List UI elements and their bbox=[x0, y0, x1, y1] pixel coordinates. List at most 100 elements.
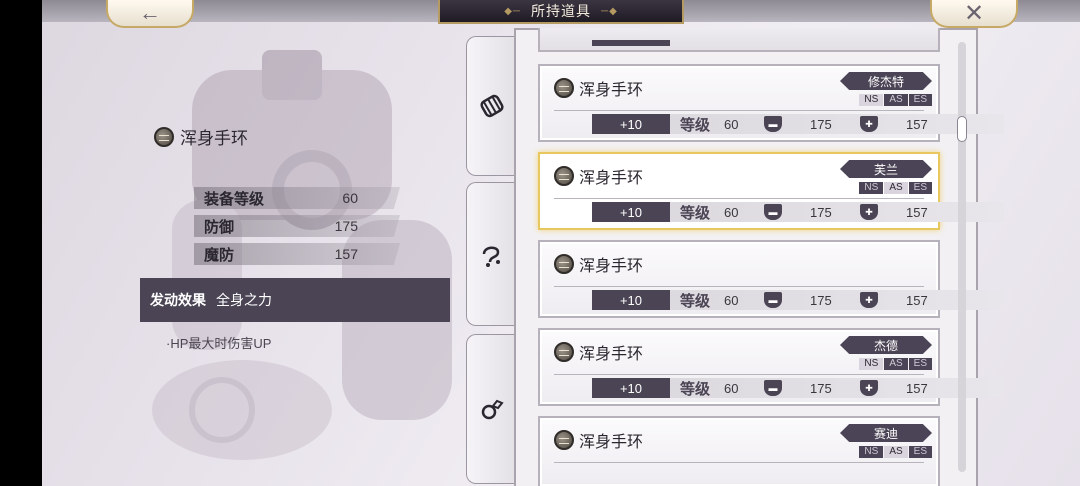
effect-bar: 发动效果 全身之力 bbox=[140, 278, 450, 322]
tab-ring[interactable] bbox=[466, 334, 516, 484]
stat-row-magic-defense: 魔防 157 bbox=[194, 243, 400, 265]
item-name-text: 浑身手环 bbox=[579, 170, 644, 187]
detail-item-name: 浑身手环 bbox=[154, 124, 248, 149]
item-stats: +10 等级 60 ▬ 175 ✚ 157 bbox=[592, 202, 1004, 222]
mode-es: ES bbox=[908, 446, 932, 458]
magic-defense-value: 157 bbox=[906, 204, 928, 220]
item-name-text: 浑身手环 bbox=[579, 258, 644, 275]
list-scrollbar[interactable] bbox=[958, 42, 966, 472]
item-name: 浑身手环 bbox=[554, 76, 643, 100]
ornament-icon: ─◆ bbox=[601, 5, 618, 17]
list-item-selected[interactable]: 浑身手环 芙兰 NS AS ES +10 等级 60 ▬ 175 ✚ 157 bbox=[538, 152, 1004, 230]
level-label: 等级 bbox=[680, 204, 711, 222]
mode-ns: NS bbox=[859, 182, 884, 194]
level-box: 等级 60 ▬ 175 ✚ 157 bbox=[670, 202, 1004, 222]
mode-badges: NS AS ES bbox=[859, 358, 932, 370]
close-button[interactable]: ✕ bbox=[930, 0, 1018, 28]
page-title-text: 所持道具 bbox=[531, 3, 591, 19]
list-item[interactable]: 浑身手环 赛迪 NS AS ES bbox=[538, 416, 940, 486]
level-value: 60 bbox=[724, 204, 739, 220]
item-name: 浑身手环 bbox=[554, 164, 643, 188]
effect-name: 全身之力 bbox=[216, 292, 272, 308]
level-value: 60 bbox=[724, 116, 739, 132]
bracelet-icon bbox=[554, 254, 574, 274]
item-name-text: 浑身手环 bbox=[579, 82, 644, 99]
effect-description: ·HP最大时伤害UP bbox=[166, 336, 272, 351]
mode-es: ES bbox=[908, 94, 932, 106]
mode-badges: NS AS ES bbox=[859, 446, 932, 458]
mode-as: AS bbox=[884, 94, 908, 106]
mode-ns: NS bbox=[859, 446, 884, 458]
magic-defense-icon: ✚ bbox=[860, 292, 878, 308]
item-name-text: 浑身手环 bbox=[579, 346, 644, 363]
owner-tag: 杰德 bbox=[840, 336, 932, 354]
bracelet-icon bbox=[479, 94, 504, 118]
bracelet-icon bbox=[554, 166, 574, 186]
refine-level: +10 bbox=[592, 114, 670, 134]
level-label: 等级 bbox=[680, 380, 711, 398]
mode-ns: NS bbox=[859, 94, 884, 106]
item-stats: +10 等级 60 ▬ 175 ✚ 157 bbox=[592, 290, 1004, 310]
divider bbox=[554, 110, 924, 111]
defense-icon: ▬ bbox=[764, 292, 782, 308]
scroll-thumb[interactable] bbox=[957, 116, 967, 142]
item-name: 浑身手环 bbox=[554, 340, 643, 364]
ring-icon bbox=[481, 399, 504, 420]
refine-level: +10 bbox=[592, 290, 670, 310]
level-value: 60 bbox=[724, 380, 739, 396]
magic-defense-value: 157 bbox=[906, 116, 928, 132]
divider bbox=[554, 198, 924, 199]
detail-name-text: 浑身手环 bbox=[180, 129, 248, 148]
defense-icon: ▬ bbox=[764, 204, 782, 220]
page-title: ◆─ 所持道具 ─◆ bbox=[438, 0, 684, 24]
mode-badges: NS AS ES bbox=[859, 182, 932, 194]
level-label: 等级 bbox=[680, 292, 711, 310]
level-box: 等级 60 ▬ 175 ✚ 157 bbox=[670, 378, 1004, 398]
magic-defense-value: 157 bbox=[906, 292, 928, 308]
list-item[interactable]: 浑身手环 杰德 NS AS ES +10 等级 60 ▬ 175 ✚ 157 bbox=[538, 328, 1004, 406]
defense-icon: ▬ bbox=[764, 380, 782, 396]
list-item[interactable]: 浑身手环 修杰特 NS AS ES +10 等级 60 ▬ 175 ✚ 157 bbox=[538, 64, 1004, 142]
tab-earring[interactable] bbox=[466, 182, 516, 326]
bracelet-icon bbox=[554, 342, 574, 362]
defense-value: 175 bbox=[810, 116, 832, 132]
stat-label: 防御 bbox=[204, 218, 235, 236]
item-stats: +10 等级 60 ▬ 175 ✚ 157 bbox=[592, 114, 1004, 134]
defense-value: 175 bbox=[810, 292, 832, 308]
item-name: 浑身手环 bbox=[554, 252, 643, 276]
mode-badges: NS AS ES bbox=[859, 94, 932, 106]
back-button[interactable]: ← bbox=[106, 0, 194, 28]
level-box: 等级 60 ▬ 175 ✚ 157 bbox=[670, 290, 1004, 310]
owner-tag: 赛迪 bbox=[840, 424, 932, 442]
stat-row-level: 装备等级 60 bbox=[194, 187, 400, 209]
category-tabs bbox=[466, 30, 516, 486]
stat-row-defense: 防御 175 bbox=[194, 215, 400, 237]
owner-tag: 芙兰 bbox=[840, 160, 932, 178]
tab-bracelet[interactable] bbox=[466, 36, 516, 176]
defense-icon: ▬ bbox=[764, 116, 782, 132]
list-item[interactable]: 浑身手环 +10 等级 60 ▬ 175 ✚ 157 bbox=[538, 240, 1004, 318]
magic-defense-icon: ✚ bbox=[860, 116, 878, 132]
mode-as: AS bbox=[884, 358, 908, 370]
stat-value: 60 bbox=[342, 190, 358, 206]
item-stats: +10 等级 60 ▬ 175 ✚ 157 bbox=[592, 378, 1004, 398]
defense-value: 175 bbox=[810, 204, 832, 220]
earring-icon bbox=[482, 246, 500, 267]
stat-label: 装备等级 bbox=[204, 190, 265, 208]
refine-level: +10 bbox=[592, 202, 670, 222]
mode-ns: NS bbox=[859, 358, 884, 370]
magic-defense-value: 157 bbox=[906, 380, 928, 396]
divider bbox=[554, 286, 924, 287]
refine-level: +10 bbox=[592, 378, 670, 398]
close-x-icon: ✕ bbox=[963, 0, 985, 27]
owner-tag: 修杰特 bbox=[840, 72, 932, 90]
magic-defense-icon: ✚ bbox=[860, 380, 878, 396]
level-label: 等级 bbox=[680, 116, 711, 134]
mode-es: ES bbox=[908, 182, 932, 194]
item-name-text: 浑身手环 bbox=[579, 434, 644, 451]
effect-label: 发动效果 bbox=[150, 292, 206, 308]
bracelet-icon bbox=[554, 78, 574, 98]
item-screen: ← ◆─ 所持道具 ─◆ ✕ 浑身手环 装备等级 60 防御 175 魔防 15… bbox=[42, 0, 1080, 486]
divider bbox=[554, 462, 924, 463]
item-name: 浑身手环 bbox=[554, 428, 643, 452]
